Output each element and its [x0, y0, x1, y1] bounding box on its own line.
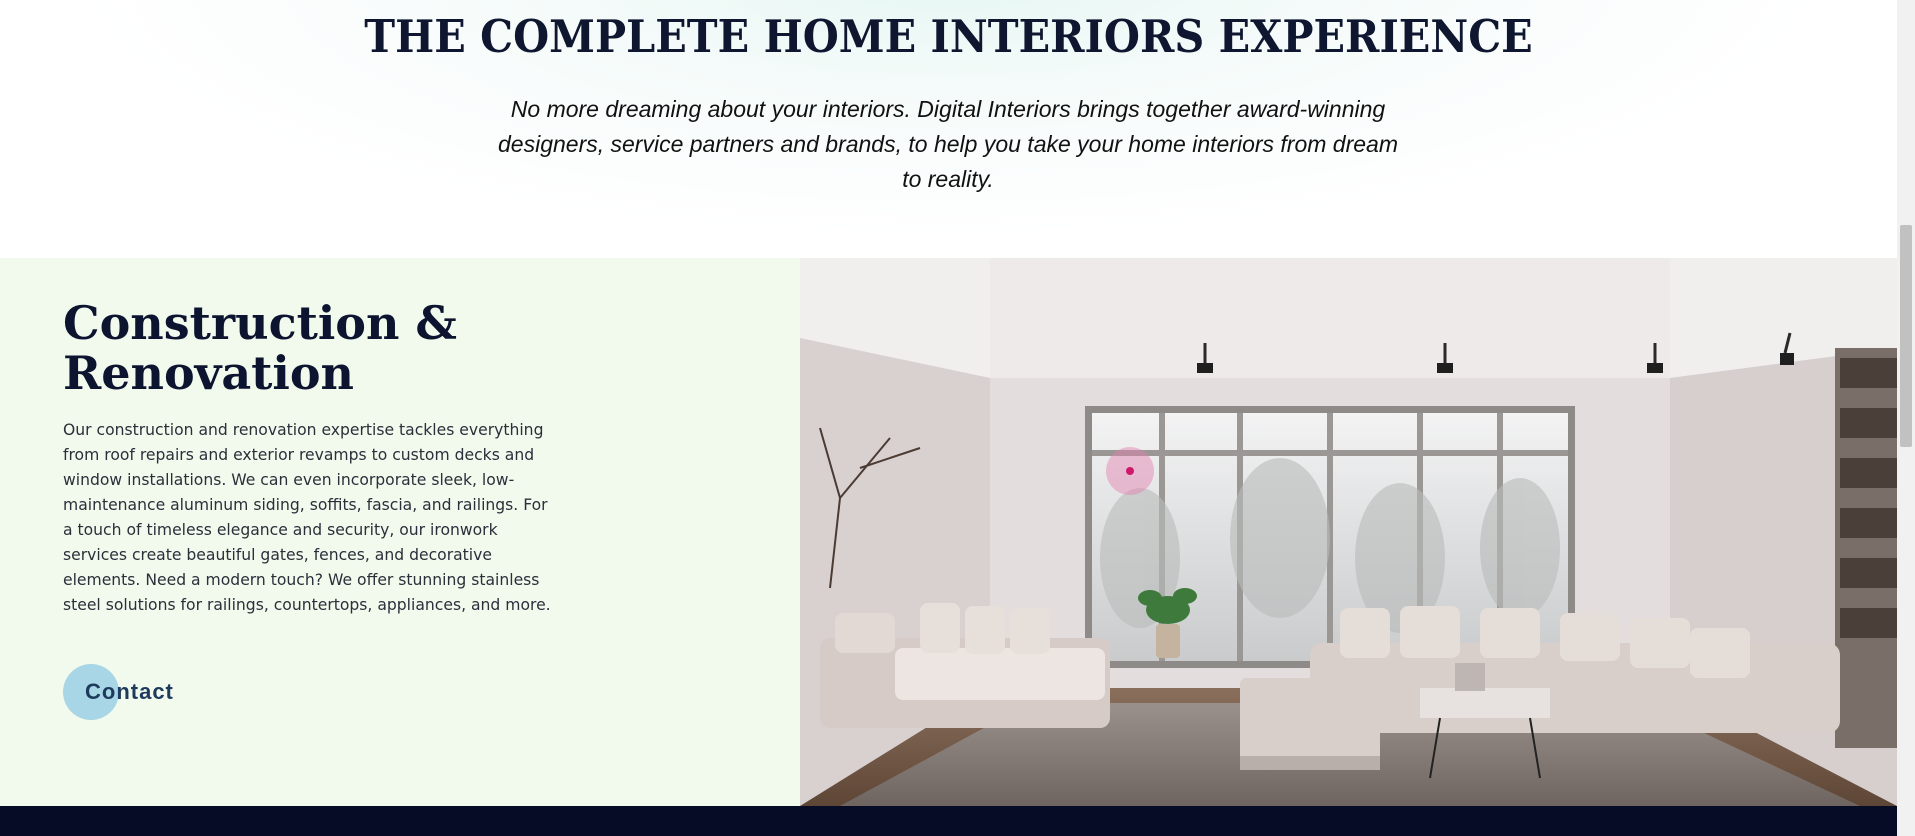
contact-button[interactable]: Contact [63, 664, 174, 720]
footer-strip [0, 806, 1897, 836]
page-scrollbar[interactable] [1897, 0, 1915, 836]
living-room-illustration [800, 258, 1897, 806]
living-room-image [800, 258, 1897, 806]
contact-button-label: Contact [85, 679, 174, 704]
feature-description: Our construction and renovation expertis… [63, 421, 551, 614]
feature-section: Construction & Renovation Our constructi… [0, 258, 1897, 806]
scrollbar-thumb[interactable] [1900, 225, 1912, 447]
feature-title: Construction & Renovation [63, 296, 457, 400]
feature-content-panel: Construction & Renovation Our constructi… [0, 258, 800, 806]
hero-title: THE COMPLETE HOME INTERIORS EXPERIENCE [364, 10, 1533, 63]
hero-section: THE COMPLETE HOME INTERIORS EXPERIENCE N… [0, 0, 1897, 258]
page: THE COMPLETE HOME INTERIORS EXPERIENCE N… [0, 0, 1897, 836]
hero-description: No more dreaming about your interiors. D… [498, 96, 1398, 192]
